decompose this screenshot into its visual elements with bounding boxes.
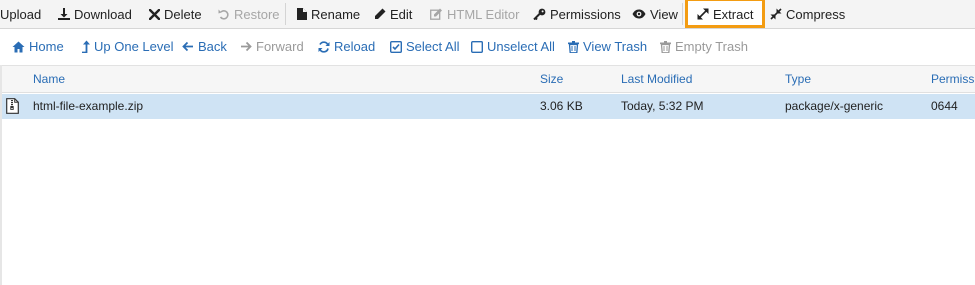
column-header-last-modified[interactable]: Last Modified	[621, 66, 692, 92]
delete-label: Delete	[164, 6, 202, 22]
column-header-name[interactable]: Name	[33, 66, 65, 92]
file-size: 3.06 KB	[540, 99, 583, 113]
checkbox-empty-icon	[471, 40, 483, 53]
forward-button[interactable]: Forward	[240, 29, 304, 64]
column-header-permissions[interactable]: Permissions	[931, 66, 975, 92]
back-label: Back	[198, 39, 227, 54]
html-editor-label: HTML Editor	[447, 6, 520, 22]
rename-button[interactable]: Rename	[297, 0, 360, 28]
reload-button[interactable]: Reload	[318, 29, 375, 64]
edit-square-icon	[430, 8, 442, 20]
toolbar-divider	[682, 3, 683, 25]
download-label: Download	[74, 6, 132, 22]
file-last-modified: Today, 5:32 PM	[621, 99, 704, 113]
compress-button[interactable]: Compress	[770, 0, 845, 28]
download-icon	[58, 8, 70, 20]
file-name: html-file-example.zip	[33, 99, 144, 113]
checkbox-checked-icon	[390, 40, 402, 53]
trash-icon	[568, 40, 579, 53]
select-all-button[interactable]: Select All	[390, 29, 459, 64]
download-button[interactable]: Download	[58, 0, 132, 28]
zip-file-icon	[6, 98, 19, 114]
upload-button[interactable]: Upload	[0, 0, 41, 28]
pane-divider	[0, 65, 2, 285]
unselect-all-button[interactable]: Unselect All	[471, 29, 555, 64]
delete-button[interactable]: Delete	[149, 0, 202, 28]
pencil-icon	[375, 8, 386, 19]
arrow-right-icon	[241, 41, 252, 52]
trash-icon	[660, 40, 671, 53]
action-toolbar: Upload Download Delete Restore Rename Ed…	[0, 0, 975, 29]
view-label: View	[650, 6, 678, 22]
restore-button[interactable]: Restore	[218, 0, 280, 28]
rename-label: Rename	[311, 6, 361, 22]
close-icon	[149, 8, 160, 20]
extract-label: Extract	[713, 6, 754, 22]
column-header-size[interactable]: Size	[540, 66, 563, 92]
empty-trash-label: Empty Trash	[675, 39, 748, 54]
eye-icon	[632, 9, 646, 19]
compress-label: Compress	[786, 6, 846, 22]
file-permissions: 0644	[931, 99, 958, 113]
edit-label: Edit	[390, 6, 413, 22]
file-icon	[297, 8, 307, 20]
file-manager: Upload Download Delete Restore Rename Ed…	[0, 0, 975, 285]
up-one-level-label: Up One Level	[94, 39, 174, 54]
file-table: Name Size Last Modified Type Permissions…	[0, 65, 975, 285]
edit-button[interactable]: Edit	[374, 0, 412, 28]
home-button[interactable]: Home	[12, 29, 64, 64]
up-one-level-button[interactable]: Up One Level	[81, 29, 174, 64]
empty-trash-button[interactable]: Empty Trash	[660, 29, 748, 64]
upload-label: Upload	[0, 6, 42, 22]
undo-icon	[218, 9, 229, 20]
html-editor-button[interactable]: HTML Editor	[430, 0, 519, 28]
restore-label: Restore	[234, 6, 280, 22]
home-label: Home	[29, 39, 64, 54]
level-up-icon	[82, 40, 90, 53]
view-button[interactable]: View	[632, 0, 678, 28]
file-type: package/x-generic	[785, 99, 884, 113]
arrow-left-icon	[182, 41, 193, 52]
table-header: Name Size Last Modified Type Permissions	[0, 66, 975, 93]
column-header-type[interactable]: Type	[785, 66, 811, 92]
view-trash-label: View Trash	[583, 39, 648, 54]
refresh-icon	[318, 40, 330, 53]
permissions-label: Permissions	[550, 6, 621, 22]
key-icon	[533, 8, 546, 20]
unselect-all-label: Unselect All	[487, 39, 555, 54]
forward-label: Forward	[256, 39, 304, 54]
navigation-toolbar: Home Up One Level Back Forward Reload Se…	[0, 29, 975, 64]
toolbar-divider	[285, 3, 286, 25]
select-all-label: Select All	[406, 39, 460, 54]
home-icon	[12, 41, 25, 52]
view-trash-button[interactable]: View Trash	[568, 29, 647, 64]
expand-arrows-icon	[697, 8, 709, 20]
extract-button[interactable]: Extract	[697, 0, 753, 28]
permissions-button[interactable]: Permissions	[533, 0, 621, 28]
reload-label: Reload	[334, 39, 376, 54]
compress-arrows-icon	[770, 8, 782, 20]
back-button[interactable]: Back	[182, 29, 227, 64]
table-row[interactable]: html-file-example.zip 3.06 KB Today, 5:3…	[0, 94, 975, 119]
